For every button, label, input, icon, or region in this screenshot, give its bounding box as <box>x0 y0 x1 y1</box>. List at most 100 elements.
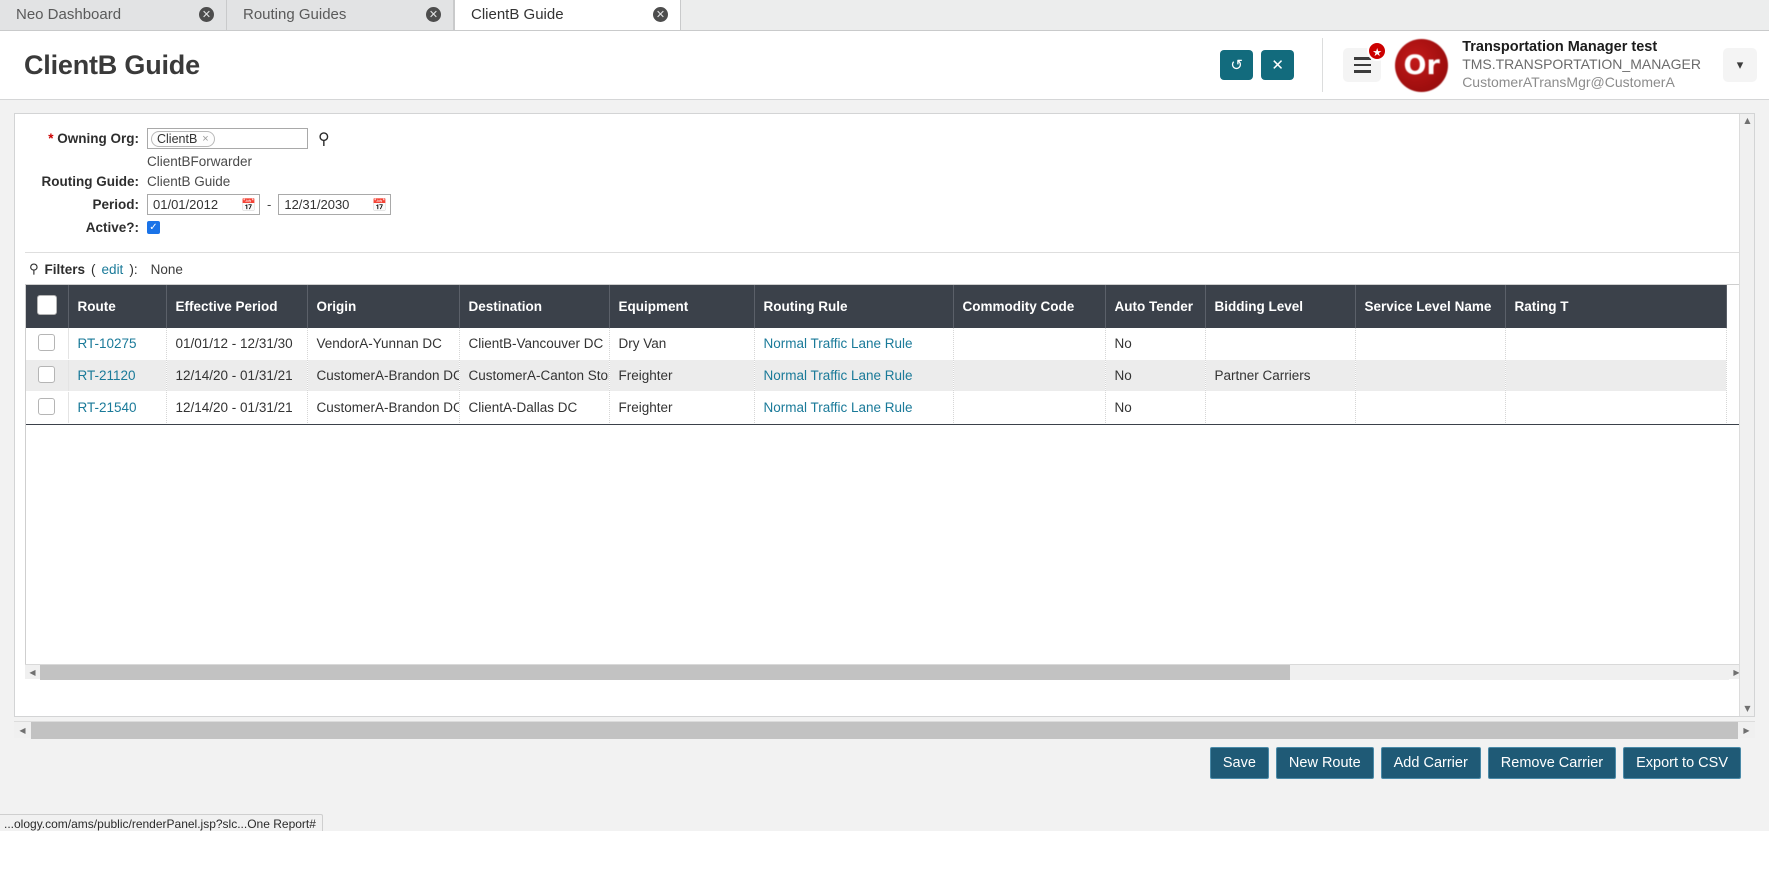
row-checkbox[interactable] <box>38 334 55 351</box>
scroll-down-arrow-icon[interactable]: ▼ <box>1740 702 1755 716</box>
routing-rule-link[interactable]: Normal Traffic Lane Rule <box>764 368 913 383</box>
table-hscroll-track[interactable] <box>40 665 1729 680</box>
cell-route[interactable]: RT-21540 <box>68 392 166 424</box>
new-route-button[interactable]: New Route <box>1276 747 1374 779</box>
app-header: ClientB Guide ↺ ✕ ★ Or Transportation Ma… <box>0 31 1769 100</box>
cell-equipment: Freighter <box>609 392 754 424</box>
close-circle-icon[interactable]: ✕ <box>199 7 214 22</box>
row-select-cell[interactable] <box>26 328 68 360</box>
filters-edit-link[interactable]: edit <box>102 262 124 277</box>
route-link[interactable]: RT-21540 <box>78 400 137 415</box>
column-header-routing-rule[interactable]: Routing Rule <box>754 285 953 328</box>
owning-org-chip[interactable]: ClientB × <box>151 131 215 147</box>
cell-destination: CustomerA-Canton Store <box>459 360 609 392</box>
table-row[interactable]: RT-21540 12/14/20 - 01/31/21 CustomerA-B… <box>26 392 1726 424</box>
remove-carrier-button[interactable]: Remove Carrier <box>1488 747 1616 779</box>
cell-origin: VendorA-Yunnan DC <box>307 328 459 360</box>
refresh-button[interactable]: ↺ <box>1220 50 1253 80</box>
search-magnifier-icon: ⚲ <box>29 262 39 277</box>
cell-bidding-level <box>1205 328 1355 360</box>
period-label: Period: <box>25 197 147 212</box>
status-bar: ...ology.com/ams/public/renderPanel.jsp?… <box>0 814 323 831</box>
export-to-csv-button[interactable]: Export to CSV <box>1623 747 1741 779</box>
active-label: Active?: <box>25 220 147 235</box>
menu-button-wrapper: ★ <box>1343 48 1381 82</box>
cell-effective-period: 12/14/20 - 01/31/21 <box>166 392 307 424</box>
cell-equipment: Freighter <box>609 360 754 392</box>
tab-label: Routing Guides <box>243 6 346 23</box>
cell-routing-rule[interactable]: Normal Traffic Lane Rule <box>754 392 953 424</box>
tab-neo-dashboard[interactable]: Neo Dashboard ✕ <box>0 0 227 30</box>
row-checkbox[interactable] <box>38 398 55 415</box>
table-header-row: Route Effective Period Origin Destinatio… <box>26 285 1726 328</box>
table-row[interactable]: RT-21120 12/14/20 - 01/31/21 CustomerA-B… <box>26 360 1726 392</box>
add-carrier-button[interactable]: Add Carrier <box>1381 747 1481 779</box>
cell-routing-rule[interactable]: Normal Traffic Lane Rule <box>754 328 953 360</box>
filters-open-paren: ( <box>91 262 96 277</box>
filters-value: None <box>151 262 183 277</box>
active-checkbox[interactable]: ✓ <box>147 221 160 234</box>
routing-rule-link[interactable]: Normal Traffic Lane Rule <box>764 336 913 351</box>
page-scroll-right-arrow-icon[interactable]: ▶ <box>1738 722 1755 739</box>
page-hscroll-thumb[interactable] <box>31 722 1738 739</box>
select-all-checkbox[interactable] <box>37 295 57 315</box>
search-magnifier-icon[interactable]: ⚲ <box>318 129 330 148</box>
column-header-destination[interactable]: Destination <box>459 285 609 328</box>
panel-vertical-scrollbar[interactable]: ▲ ▼ <box>1739 114 1754 716</box>
tab-label: ClientB Guide <box>471 6 564 23</box>
cell-auto-tender: No <box>1105 328 1205 360</box>
table-hscroll-thumb[interactable] <box>40 665 1290 680</box>
panel-inner: * Owning Org: ClientB × ⚲ ClientBForward… <box>15 114 1754 679</box>
route-link[interactable]: RT-21120 <box>78 368 136 383</box>
table-row[interactable]: RT-10275 01/01/12 - 12/31/30 VendorA-Yun… <box>26 328 1726 360</box>
period-start-input[interactable]: 01/01/2012 📅 <box>147 194 260 215</box>
page-hscroll-track[interactable] <box>31 722 1738 739</box>
calendar-icon[interactable]: 📅 <box>372 198 387 212</box>
row-select-cell[interactable] <box>26 392 68 424</box>
routes-table-scroll: Route Effective Period Origin Destinatio… <box>26 285 1743 664</box>
scroll-left-arrow-icon[interactable]: ◀ <box>25 665 40 680</box>
cell-equipment: Dry Van <box>609 328 754 360</box>
cell-routing-rule[interactable]: Normal Traffic Lane Rule <box>754 360 953 392</box>
cell-route[interactable]: RT-10275 <box>68 328 166 360</box>
save-button[interactable]: Save <box>1210 747 1269 779</box>
column-header-effective-period[interactable]: Effective Period <box>166 285 307 328</box>
column-header-service-level-name[interactable]: Service Level Name <box>1355 285 1505 328</box>
tab-routing-guides[interactable]: Routing Guides ✕ <box>227 0 454 30</box>
row-checkbox[interactable] <box>38 366 55 383</box>
scroll-up-arrow-icon[interactable]: ▲ <box>1740 114 1755 128</box>
star-badge-icon: ★ <box>1367 41 1387 61</box>
routes-table-body: RT-10275 01/01/12 - 12/31/30 VendorA-Yun… <box>26 328 1726 424</box>
column-header-rating-t[interactable]: Rating T <box>1505 285 1726 328</box>
calendar-icon[interactable]: 📅 <box>241 198 256 212</box>
route-link[interactable]: RT-10275 <box>78 336 137 351</box>
chip-remove-icon[interactable]: × <box>202 133 208 145</box>
page-scroll-left-arrow-icon[interactable]: ◀ <box>14 722 31 739</box>
routing-guide-value: ClientB Guide <box>147 174 230 189</box>
column-header-origin[interactable]: Origin <box>307 285 459 328</box>
routing-rule-link[interactable]: Normal Traffic Lane Rule <box>764 400 913 415</box>
column-header-route[interactable]: Route <box>68 285 166 328</box>
guide-form: * Owning Org: ClientB × ⚲ ClientBForward… <box>25 114 1744 246</box>
select-all-header[interactable] <box>26 285 68 328</box>
close-circle-icon[interactable]: ✕ <box>426 7 441 22</box>
cell-service-level-name <box>1355 328 1505 360</box>
column-header-auto-tender[interactable]: Auto Tender <box>1105 285 1205 328</box>
close-panel-button[interactable]: ✕ <box>1261 50 1294 80</box>
column-header-bidding-level[interactable]: Bidding Level <box>1205 285 1355 328</box>
avatar: Or <box>1395 39 1448 92</box>
cell-service-level-name <box>1355 360 1505 392</box>
user-menu-chevron-down-icon[interactable]: ▾ <box>1723 48 1757 82</box>
cell-route[interactable]: RT-21120 <box>68 360 166 392</box>
refresh-icon: ↺ <box>1230 56 1243 74</box>
column-header-equipment[interactable]: Equipment <box>609 285 754 328</box>
row-select-cell[interactable] <box>26 360 68 392</box>
table-horizontal-scrollbar[interactable]: ◀ ▶ <box>25 664 1744 679</box>
close-circle-icon[interactable]: ✕ <box>653 7 668 22</box>
owning-org-input[interactable]: ClientB × <box>147 128 308 149</box>
tab-clientb-guide[interactable]: ClientB Guide ✕ <box>454 0 681 30</box>
user-name: Transportation Manager test <box>1462 38 1701 57</box>
column-header-commodity-code[interactable]: Commodity Code <box>953 285 1105 328</box>
page-horizontal-scrollbar[interactable]: ◀ ▶ <box>14 721 1755 738</box>
period-end-input[interactable]: 12/31/2030 📅 <box>278 194 391 215</box>
